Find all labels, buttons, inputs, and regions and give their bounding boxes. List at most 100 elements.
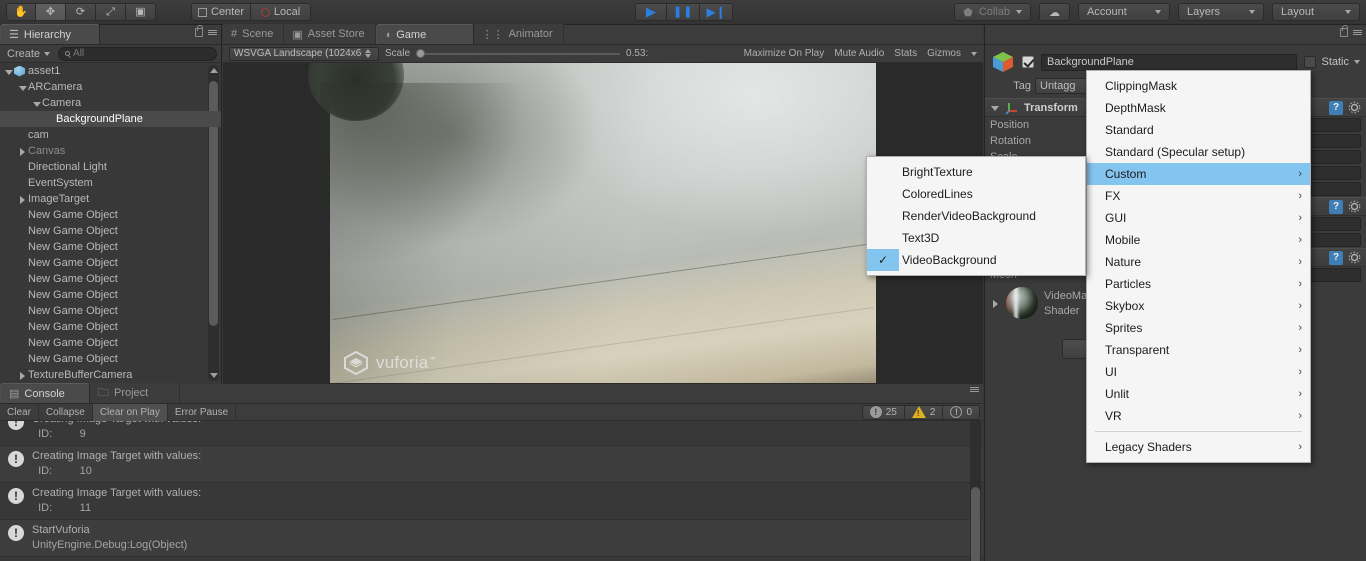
- hierarchy-item-new-game-object[interactable]: New Game Object: [0, 335, 221, 351]
- console-entry[interactable]: ! Creating Image Target with values: ID: …: [0, 483, 983, 520]
- tab-console[interactable]: ▤ Console: [0, 383, 90, 403]
- shader-menu-item-custom[interactable]: Custom ›: [1087, 163, 1310, 185]
- clear-on-play-button[interactable]: Clear on Play: [92, 403, 168, 421]
- hierarchy-item-canvas[interactable]: Canvas: [0, 143, 221, 159]
- gear-icon[interactable]: [1348, 251, 1361, 264]
- scale-tool-button[interactable]: ⤢: [96, 3, 126, 21]
- aspect-ratio-dropdown[interactable]: WSVGA Landscape (1024x6: [229, 46, 379, 61]
- gameobject-enabled-checkbox[interactable]: [1022, 56, 1034, 68]
- hierarchy-item-cam[interactable]: cam: [0, 127, 221, 143]
- collab-button[interactable]: ⬟ Collab: [954, 3, 1031, 21]
- hierarchy-item-imagetarget[interactable]: ImageTarget: [0, 191, 221, 207]
- console-entry[interactable]: ! StartVuforia UnityEngine.Debug:Log(Objec…: [0, 520, 983, 557]
- console-entry[interactable]: !Creating a Mono Camera Configuration (C…: [0, 557, 983, 561]
- tab-scene[interactable]: # Scene: [223, 24, 285, 44]
- clear-button[interactable]: Clear: [0, 403, 39, 421]
- warning-count[interactable]: 2: [904, 404, 944, 420]
- shader-menu-item-nature[interactable]: Nature ›: [1087, 251, 1310, 273]
- rotate-tool-button[interactable]: ⟳: [66, 3, 96, 21]
- shader-menu-item-ui[interactable]: UI ›: [1087, 361, 1310, 383]
- custom-shader-item-coloredlines[interactable]: ColoredLines: [867, 183, 1085, 205]
- chevron-right-icon[interactable]: [18, 371, 27, 380]
- shader-menu-item-transparent[interactable]: Transparent ›: [1087, 339, 1310, 361]
- lock-icon[interactable]: [195, 25, 203, 37]
- shader-menu-item-particles[interactable]: Particles ›: [1087, 273, 1310, 295]
- hierarchy-tree[interactable]: asset1 ARCamera Camera BackgroundPlane cam Ca…: [0, 63, 221, 383]
- console-scrollbar[interactable]: [970, 421, 981, 561]
- shader-menu-item-unlit[interactable]: Unlit ›: [1087, 383, 1310, 405]
- chevron-down-icon[interactable]: [990, 103, 999, 112]
- hierarchy-item-new-game-object[interactable]: New Game Object: [0, 207, 221, 223]
- shader-menu-item-gui[interactable]: GUI ›: [1087, 207, 1310, 229]
- error-pause-button[interactable]: Error Pause: [168, 403, 237, 421]
- shader-menu-item-sprites[interactable]: Sprites ›: [1087, 317, 1310, 339]
- static-toggle[interactable]: Static: [1304, 56, 1360, 68]
- custom-shader-item-videobackground[interactable]: ✓ VideoBackground: [867, 249, 1085, 271]
- hierarchy-item-new-game-object[interactable]: New Game Object: [0, 287, 221, 303]
- object-name-input[interactable]: BackgroundPlane: [1041, 53, 1298, 71]
- hierarchy-item-eventsystem[interactable]: EventSystem: [0, 175, 221, 191]
- hierarchy-item-backgroundplane[interactable]: BackgroundPlane: [0, 111, 221, 127]
- hierarchy-item-new-game-object[interactable]: New Game Object: [0, 255, 221, 271]
- shader-menu-item-clippingmask[interactable]: ClippingMask: [1087, 75, 1310, 97]
- panel-menu-icon[interactable]: [208, 30, 217, 35]
- tab-hierarchy[interactable]: ☰ Hierarchy: [0, 24, 100, 44]
- gizmos-button[interactable]: Gizmos: [927, 48, 961, 59]
- custom-shader-item-text3d[interactable]: Text3D: [867, 227, 1085, 249]
- hierarchy-item-new-game-object[interactable]: New Game Object: [0, 351, 221, 367]
- hierarchy-item-arcamera[interactable]: ARCamera: [0, 79, 221, 95]
- shader-menu-item-standard-specular-setup-[interactable]: Standard (Specular setup): [1087, 141, 1310, 163]
- chevron-down-icon[interactable]: [18, 83, 27, 92]
- slider-track[interactable]: [425, 52, 621, 55]
- chevron-down-icon[interactable]: [1354, 60, 1360, 64]
- shader-menu-item-legacy-shaders[interactable]: Legacy Shaders ›: [1087, 436, 1310, 458]
- custom-shader-item-rendervideobackground[interactable]: RenderVideoBackground: [867, 205, 1085, 227]
- custom-shader-item-brighttexture[interactable]: BrightTexture: [867, 161, 1085, 183]
- hierarchy-item-new-game-object[interactable]: New Game Object: [0, 303, 221, 319]
- shader-menu-item-fx[interactable]: FX ›: [1087, 185, 1310, 207]
- hierarchy-item-new-game-object[interactable]: New Game Object: [0, 239, 221, 255]
- hierarchy-item-new-game-object[interactable]: New Game Object: [0, 319, 221, 335]
- tab-animator[interactable]: ⋮⋮ Animator: [473, 24, 564, 44]
- custom-shader-submenu[interactable]: BrightTexture ColoredLines RenderVideoBack…: [866, 156, 1086, 276]
- hand-tool-button[interactable]: ✋: [6, 3, 36, 21]
- console-entry[interactable]: ! Creating Image Target with values: ID: …: [0, 446, 983, 483]
- step-button[interactable]: ▶❙: [700, 3, 733, 21]
- chevron-right-icon[interactable]: [18, 195, 27, 204]
- shader-menu-item-skybox[interactable]: Skybox ›: [1087, 295, 1310, 317]
- hierarchy-item-asset1[interactable]: asset1: [0, 63, 221, 79]
- shader-menu-item-depthmask[interactable]: DepthMask: [1087, 97, 1310, 119]
- shader-menu-item-vr[interactable]: VR ›: [1087, 405, 1310, 427]
- collapse-button[interactable]: Collapse: [39, 403, 93, 421]
- lock-icon[interactable]: [1340, 25, 1348, 37]
- chevron-down-icon[interactable]: [4, 67, 13, 76]
- move-tool-button[interactable]: ✥: [36, 3, 66, 21]
- panel-menu-icon[interactable]: [970, 387, 979, 392]
- stats-toggle[interactable]: Stats: [894, 48, 917, 59]
- slider-handle[interactable]: [416, 49, 426, 58]
- create-button[interactable]: Create: [4, 48, 53, 60]
- console-log-list[interactable]: ! Creating Image Target with values: ID: …: [0, 421, 983, 561]
- scale-slider[interactable]: [416, 49, 621, 58]
- hierarchy-search-input[interactable]: All: [58, 46, 217, 61]
- layout-button[interactable]: Layout: [1272, 3, 1360, 21]
- gear-icon[interactable]: [1348, 101, 1361, 114]
- hierarchy-item-new-game-object[interactable]: New Game Object: [0, 271, 221, 287]
- mute-audio-toggle[interactable]: Mute Audio: [834, 48, 884, 59]
- console-entry[interactable]: ! Creating Image Target with values: ID: …: [0, 421, 983, 446]
- panel-menu-icon[interactable]: [1353, 30, 1362, 35]
- help-icon[interactable]: ?: [1329, 250, 1343, 265]
- maximize-on-play-toggle[interactable]: Maximize On Play: [744, 48, 825, 59]
- hierarchy-item-directional-light[interactable]: Directional Light: [0, 159, 221, 175]
- shader-dropdown-menu[interactable]: ClippingMask DepthMask Standard Standard (S…: [1086, 70, 1311, 463]
- chevron-right-icon[interactable]: [991, 299, 1000, 308]
- tab-game[interactable]: ◖ Game: [375, 24, 474, 44]
- account-button[interactable]: Account: [1078, 3, 1170, 21]
- rect-tool-button[interactable]: ▣: [126, 3, 156, 21]
- gear-icon[interactable]: [1348, 200, 1361, 213]
- chevron-right-icon[interactable]: [18, 147, 27, 156]
- hierarchy-item-new-game-object[interactable]: New Game Object: [0, 223, 221, 239]
- hierarchy-item-texturebuffercamera[interactable]: TextureBufferCamera: [0, 367, 221, 383]
- static-checkbox[interactable]: [1304, 56, 1317, 68]
- help-icon[interactable]: ?: [1329, 100, 1343, 115]
